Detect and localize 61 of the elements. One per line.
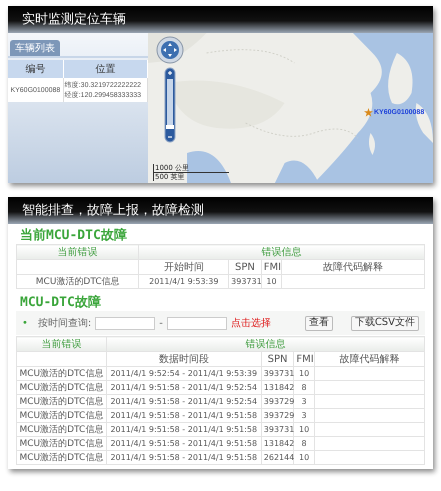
table-cell: 393731 (261, 422, 294, 436)
table-cell: MCU激活的DTC信息 (16, 380, 106, 394)
column-header: 位置 (63, 60, 148, 78)
zoom-slider-icon[interactable] (164, 67, 176, 143)
column-header: SPN (228, 260, 262, 274)
pan-control-icon[interactable] (156, 36, 184, 64)
table-cell: 2011/4/1 9:53:39 (138, 274, 229, 288)
section-heading: MCU-DTC故障 (19, 294, 102, 311)
table-cell: 262144 (261, 450, 294, 464)
column-header: FMI (294, 352, 314, 366)
column-header: 编号 (8, 60, 64, 78)
filter-label: 按时间查询: (38, 316, 92, 330)
table-cell: 393731 (261, 366, 294, 380)
range-separator: - (159, 318, 163, 328)
column-header: 故障代码解释 (282, 260, 424, 274)
column-header: 故障代码解释 (314, 352, 424, 366)
table-cell: 10 (294, 450, 314, 464)
table-cell: 10 (294, 422, 314, 436)
table-cell: 2011/4/1 9:52:54 - 2011/4/1 9:53:39 (106, 366, 262, 380)
bullet-mark: • (22, 318, 28, 328)
panel-title: 智能排查，故障上报，故障检测 (8, 197, 433, 224)
table-cell: MCU激活的DTC信息 (16, 394, 106, 408)
start-time-field[interactable] (95, 316, 156, 330)
pick-date-link[interactable]: 点击选择 (230, 316, 271, 330)
table-cell: 2011/4/1 9:51:58 - 2011/4/1 9:52:54 (106, 380, 262, 394)
column-header: FMI (261, 260, 282, 274)
column-header: 错误信息 (106, 336, 424, 352)
table-cell: MCU激活的DTC信息 (16, 366, 106, 380)
table-cell: 10 (294, 366, 314, 380)
table-cell: 393729 (261, 408, 294, 422)
table-cell: MCU激活的DTC信息 (16, 450, 106, 464)
column-header: SPN (261, 352, 294, 366)
table-cell: 2011/4/1 9:51:58 - 2011/4/1 9:51:58 (106, 408, 262, 422)
table-cell: 2011/4/1 9:51:58 - 2011/4/1 9:51:58 (106, 422, 262, 436)
table-cell: 2011/4/1 9:51:58 - 2011/4/1 9:51:58 (106, 436, 262, 450)
table-cell: 2011/4/1 9:51:58 - 2011/4/1 9:51:58 (106, 450, 262, 464)
table-cell: 3 (294, 408, 314, 422)
table-cell: 393731 (228, 274, 262, 288)
table-cell: MCU激活的DTC信息 (16, 436, 106, 450)
table-cell: 131842 (261, 380, 294, 394)
vehicle-marker-icon[interactable] (364, 108, 373, 117)
download-csv-button[interactable]: 下载CSV文件 (350, 316, 419, 330)
column-header: 当前错误 (16, 244, 139, 260)
table-cell: 8 (294, 436, 314, 450)
end-time-field[interactable] (166, 316, 227, 330)
panel-title: 实时监测定位车辆 (8, 6, 433, 33)
table-cell: MCU激活的DTC信息 (16, 408, 106, 422)
table-cell: 3 (294, 394, 314, 408)
view-button[interactable]: 查看 (304, 316, 333, 330)
table-cell: MCU激活的DTC信息 (16, 274, 139, 288)
column-header: 当前错误 (16, 336, 106, 352)
column-header: 错误信息 (138, 244, 424, 260)
table-cell: 131842 (261, 436, 294, 450)
table-cell: 8 (294, 380, 314, 394)
section-heading: 当前MCU-DTC故障 (19, 226, 128, 244)
column-header: 开始时间 (138, 260, 229, 274)
column-header: 数据时间段 (106, 352, 262, 366)
table-cell: 393729 (261, 394, 294, 408)
table-cell: 10 (261, 274, 282, 288)
table-cell: 2011/4/1 9:51:58 - 2011/4/1 9:52:54 (106, 394, 262, 408)
table-cell: MCU激活的DTC信息 (16, 422, 106, 436)
